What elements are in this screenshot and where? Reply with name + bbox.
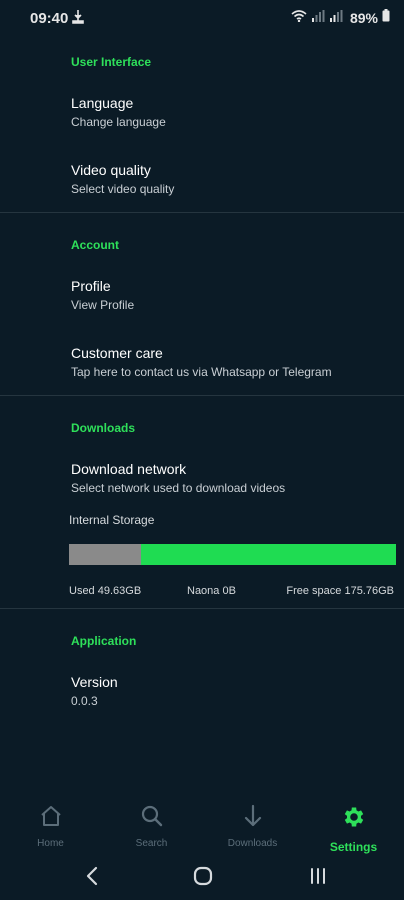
search-icon (140, 800, 164, 833)
signal-icon-2 (329, 9, 343, 27)
setting-version[interactable]: Version 0.0.3 (0, 667, 404, 717)
divider (0, 212, 404, 213)
download-network-title: Download network (71, 461, 187, 477)
profile-title: Profile (71, 278, 111, 294)
nav-search[interactable]: Search (101, 800, 202, 856)
nav-downloads-label: Downloads (227, 838, 278, 849)
recents-button[interactable] (298, 864, 338, 892)
home-circle-icon (193, 866, 213, 891)
section-header-application: Application (71, 634, 137, 648)
nav-search-label: Search (135, 838, 168, 849)
video-quality-subtitle: Select video quality (71, 182, 175, 196)
battery-icon (382, 9, 390, 27)
storage-naona-text: Naona 0B (187, 585, 236, 597)
recents-icon (308, 867, 328, 890)
language-title: Language (71, 95, 134, 111)
divider (0, 395, 404, 396)
home-system-button[interactable] (183, 864, 223, 892)
video-quality-title: Video quality (71, 162, 151, 178)
system-nav-bar (0, 856, 404, 900)
setting-language[interactable]: Language Change language (0, 88, 404, 138)
version-value: 0.0.3 (71, 694, 98, 708)
bottom-nav: Home Search Downloads Settings (0, 800, 404, 856)
setting-download-network[interactable]: Download network Select network used to … (0, 454, 404, 504)
status-time: 09:40 (30, 10, 69, 27)
nav-settings[interactable]: Settings (303, 800, 404, 856)
setting-profile[interactable]: Profile View Profile (0, 271, 404, 321)
status-icons: 89% (291, 9, 390, 27)
section-header-user-interface: User Interface (71, 55, 152, 69)
customer-care-title: Customer care (71, 345, 163, 361)
nav-home[interactable]: Home (0, 800, 101, 856)
storage-used-text: Used 49.63GB (69, 585, 142, 597)
setting-video-quality[interactable]: Video quality Select video quality (0, 155, 404, 205)
storage-free-segment (140, 544, 396, 565)
divider (0, 608, 404, 609)
usb-icon (72, 10, 84, 29)
nav-home-label: Home (37, 838, 64, 849)
section-header-downloads: Downloads (71, 421, 136, 435)
back-button[interactable] (72, 864, 112, 892)
status-bar: 09:40 89% (0, 0, 404, 36)
wifi-icon (291, 9, 307, 27)
nav-downloads[interactable]: Downloads (202, 800, 303, 856)
customer-care-subtitle: Tap here to contact us via Whatsapp or T… (71, 365, 332, 379)
gear-icon (341, 800, 367, 835)
storage-used-segment (69, 544, 141, 565)
storage-bar (69, 544, 396, 565)
home-icon (39, 800, 63, 833)
storage-label: Internal Storage (69, 513, 155, 527)
storage-free-text: Free space 175.76GB (286, 585, 394, 597)
download-network-subtitle: Select network used to download videos (71, 481, 286, 495)
signal-icon-1 (311, 9, 325, 27)
back-chevron-icon (85, 866, 99, 891)
section-header-account: Account (71, 238, 119, 252)
profile-subtitle: View Profile (71, 298, 135, 312)
setting-customer-care[interactable]: Customer care Tap here to contact us via… (0, 338, 404, 388)
version-title: Version (71, 674, 118, 690)
download-arrow-icon (241, 800, 265, 833)
language-subtitle: Change language (71, 115, 166, 129)
nav-settings-label: Settings (329, 840, 378, 854)
battery-percent: 89% (349, 10, 378, 26)
